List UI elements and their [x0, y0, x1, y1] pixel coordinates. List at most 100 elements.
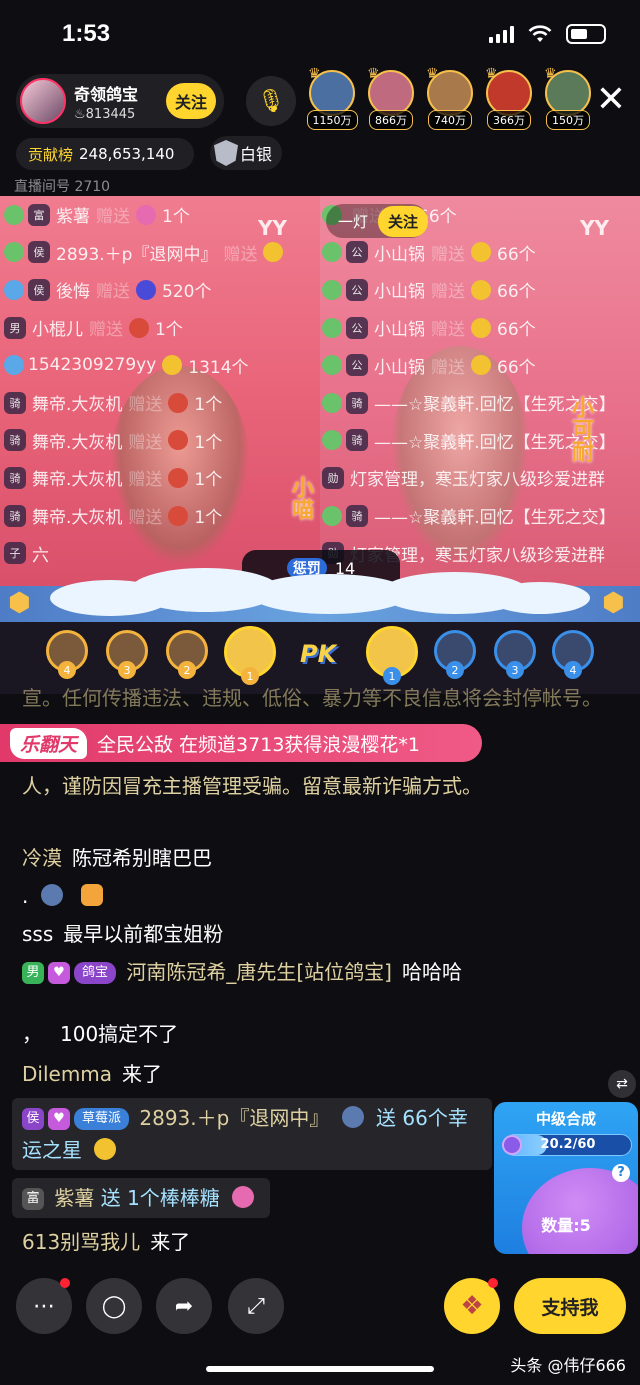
host-avatar[interactable]	[20, 78, 66, 124]
gift-bag-button[interactable]: ❖	[444, 1278, 500, 1334]
chat-user[interactable]: ，	[22, 1022, 42, 1046]
chat-user[interactable]: .	[22, 884, 28, 908]
level-icon	[4, 242, 24, 263]
pk-video-area[interactable]: 富紫薯 赠送 1个侯 2893.＋p『退网中』 赠送侯後悔 赠送 520个男小棍儿 赠送 1个 1…	[0, 196, 640, 586]
overlay-count: 1314个	[188, 357, 249, 378]
noble-badge: 公	[346, 241, 368, 264]
host-fans-count: ♨813445	[74, 106, 136, 122]
pk-right-player[interactable]: 4	[552, 630, 594, 679]
noble-badge: 公	[346, 278, 368, 301]
noble-badge: 骑	[346, 391, 368, 414]
gift-sender[interactable]: 紫薯	[54, 1186, 94, 1210]
overlay-user: 2893.＋p『退网中』	[56, 244, 218, 265]
gift-sender[interactable]: 2893.＋p『退网中』	[139, 1106, 329, 1130]
chat-user[interactable]: sss	[22, 922, 53, 946]
overlay-send: 赠送	[96, 207, 130, 228]
gift-icon	[263, 242, 284, 263]
gift-icon	[471, 317, 491, 338]
pk-rank-number: 3	[118, 661, 136, 679]
more-button[interactable]: ⋯	[16, 1278, 72, 1334]
overlay-count: 66个	[497, 244, 536, 265]
noble-badge: 骑	[4, 429, 26, 452]
level-icon	[322, 279, 342, 300]
pk-follow-button[interactable]: 关注	[378, 205, 429, 237]
share-arrow-icon: ➦	[174, 1293, 194, 1319]
pk-left-player[interactable]: 4	[46, 630, 88, 679]
gift-icon	[471, 242, 491, 263]
overlay-send: 赠送	[128, 432, 163, 453]
pk-opponent-card[interactable]: 一灯 关注	[326, 204, 429, 238]
synthesis-widget[interactable]: 中级合成 20.2/60 ? 数量:5	[494, 1102, 638, 1254]
host-card[interactable]: 奇领鸽宝 ♨813445 关注	[16, 74, 224, 128]
chat-user[interactable]: Dilemma	[22, 1062, 112, 1086]
chat-message: 613别骂我儿 来了	[22, 1228, 482, 1256]
top-viewer[interactable]: ♛ 366万	[483, 66, 535, 130]
chat-user[interactable]: 河南陈冠希_唐先生[站位鸽宝]	[126, 960, 392, 984]
shuffle-icon[interactable]: ⇄	[608, 1070, 636, 1098]
crown-icon: ♛	[485, 66, 498, 82]
pk-left-chat-overlay: 富紫薯 赠送 1个侯 2893.＋p『退网中』 赠送侯後悔 赠送 520个男小棍儿 赠送 1个 1…	[4, 196, 324, 572]
help-icon[interactable]: ?	[612, 1164, 630, 1182]
gift-text: 送 1个棒棒糖	[100, 1186, 220, 1210]
pk-rank-number: 4	[58, 661, 76, 679]
overlay-send: 赠送	[128, 395, 163, 416]
pk-rank-number: 2	[178, 661, 196, 679]
overlay-user: 紫薯	[56, 207, 90, 228]
notification-dot	[488, 1278, 498, 1288]
overlay-user: 小山锅	[374, 320, 425, 341]
lollipop-gift-icon	[232, 1186, 255, 1208]
pk-opponent-name: 一灯	[338, 212, 369, 231]
gem-icon	[502, 1135, 522, 1155]
chat-user[interactable]: 613别骂我儿	[22, 1230, 140, 1254]
expand-icon: ⤢	[247, 1293, 265, 1319]
pk-right-player[interactable]: 1	[366, 626, 418, 685]
noble-badge: 勋	[322, 466, 344, 489]
noble-badge: 侯	[22, 1108, 44, 1130]
overlay-user: 小山锅	[374, 282, 425, 303]
top-viewer[interactable]: ♛ 1150万	[306, 66, 358, 130]
home-indicator[interactable]	[206, 1366, 434, 1372]
top-viewer[interactable]: ♛ 740万	[424, 66, 476, 130]
pk-left-player[interactable]: 2	[166, 630, 208, 679]
overlay-user: ——☆聚義軒.回忆【生死之交】	[374, 508, 616, 529]
pk-right-player[interactable]: 3	[494, 630, 536, 679]
system-notice: 人，谨防因冒充主播管理受骗。留意最新诈骗方式。	[22, 774, 482, 798]
crown-icon: ♛	[544, 66, 557, 82]
overlay-count: 1个	[194, 508, 223, 529]
fullscreen-button[interactable]: ⤢	[228, 1278, 284, 1334]
shield-icon	[214, 140, 238, 166]
gift-icon	[168, 467, 189, 488]
pk-left-player[interactable]: 3	[106, 630, 148, 679]
rank-badge[interactable]: 白银	[210, 136, 283, 170]
top-viewer[interactable]: ♛ 150万	[542, 66, 594, 130]
close-icon[interactable]: ✕	[596, 82, 626, 118]
pk-left-player[interactable]: 1	[224, 626, 276, 685]
chat-user[interactable]: 冷漠	[22, 846, 62, 870]
overlay-count: 1个	[194, 432, 223, 453]
chat-text: 最早以前都宝姐粉	[63, 922, 224, 946]
noble-badge: 骑	[4, 466, 26, 489]
share-button[interactable]: ➦	[156, 1278, 212, 1334]
chat-text: 100搞定不了	[60, 1022, 179, 1046]
flame-icon: ♨	[74, 106, 86, 122]
contribution-rank[interactable]: 贡献榜 248,653,140	[16, 138, 194, 170]
system-notice-partial: 宣。任何传播违法、违规、低俗、暴力等不良信息将会封停帐号。	[22, 686, 602, 710]
comment-button[interactable]: ◯	[86, 1278, 142, 1334]
overlay-count: 1个	[162, 207, 190, 228]
overlay-user: 1542309279yy	[28, 355, 157, 376]
top-viewer[interactable]: ♛ 866万	[365, 66, 417, 130]
overlay-send: 赠送	[431, 320, 465, 341]
overlay-user: 舞帝.大灰机	[32, 508, 123, 529]
crown-icon: ♛	[308, 66, 321, 82]
pk-right-player[interactable]: 2	[434, 630, 476, 679]
clock: 1:53	[62, 20, 111, 47]
mic-link-icon[interactable]: 🎙	[246, 76, 296, 126]
pk-rank-number: 3	[506, 661, 524, 679]
support-button[interactable]: 支持我	[514, 1278, 626, 1334]
overlay-send: 赠送	[89, 320, 123, 341]
follow-button[interactable]: 关注	[166, 83, 216, 119]
overlay-user: 小棍儿	[32, 320, 83, 341]
broadcast-banner[interactable]: 乐翻天 全民公敌 在频道3713获得浪漫樱花*1	[0, 724, 482, 762]
host-name: 奇领鸽宝	[74, 84, 139, 104]
gift-icon	[129, 317, 149, 338]
